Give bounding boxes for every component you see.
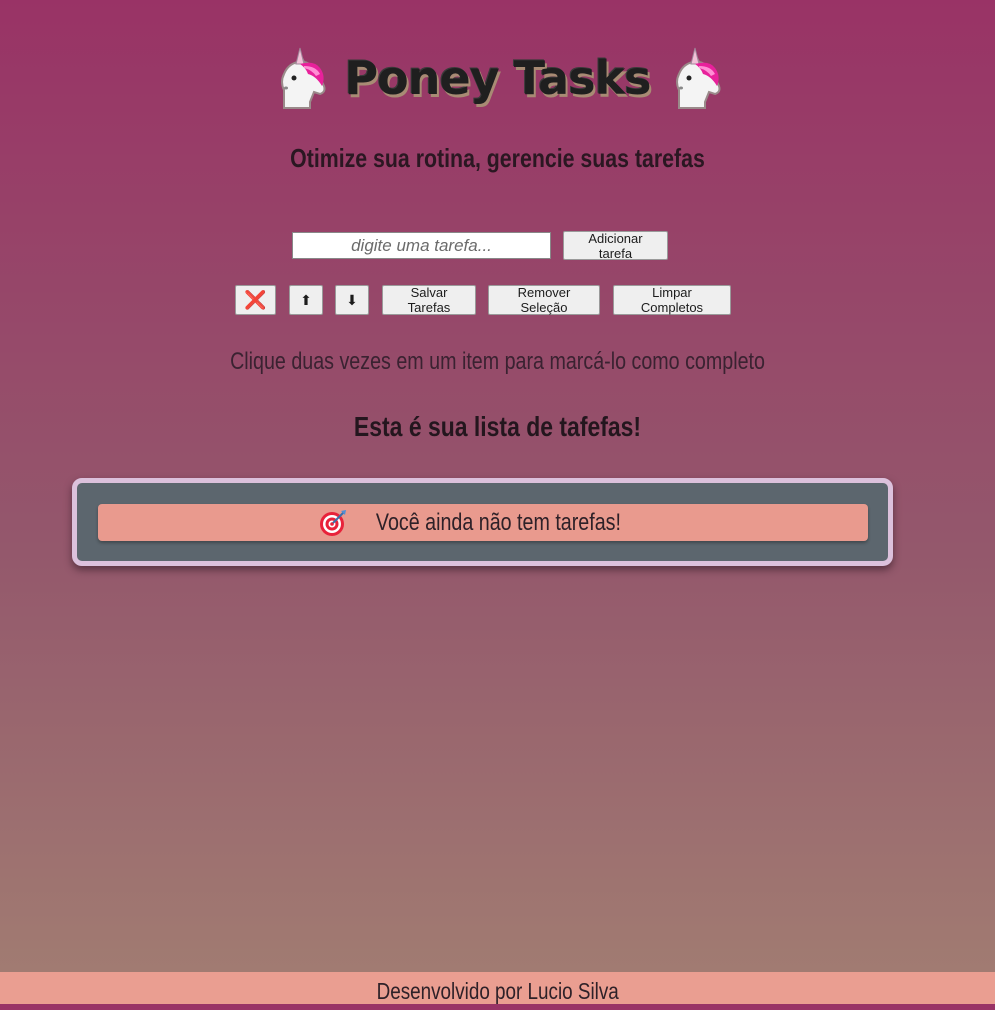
unicorn-icon bbox=[281, 47, 326, 109]
delete-task-button[interactable]: ❌ bbox=[235, 285, 276, 315]
footer: Desenvolvido por Lucio Silva bbox=[0, 972, 995, 1004]
cross-mark-icon: ❌ bbox=[244, 289, 267, 310]
app-header: Poney Tasks bbox=[0, 40, 995, 116]
arrow-down-icon: ⬇ bbox=[346, 291, 358, 308]
direct-hit-target-icon bbox=[319, 509, 346, 536]
move-up-button[interactable]: ⬆ bbox=[289, 285, 323, 315]
app-title: Poney Tasks bbox=[344, 51, 651, 105]
toolbar: ❌ ⬆ ⬇ Salvar Tarefas Remover Seleção Lim… bbox=[0, 285, 995, 315]
arrow-up-icon: ⬆ bbox=[300, 291, 312, 308]
app-subtitle: Otimize sua rotina, gerencie suas tarefa… bbox=[290, 143, 705, 173]
save-tasks-button[interactable]: Salvar Tarefas bbox=[382, 285, 476, 315]
task-input[interactable] bbox=[292, 232, 551, 259]
empty-list-item: Você ainda não tem tarefas! bbox=[98, 504, 868, 541]
empty-list-message: Você ainda não tem tarefas! bbox=[375, 508, 621, 536]
task-list: Você ainda não tem tarefas! bbox=[72, 478, 893, 566]
clear-completed-button[interactable]: Limpar Completos bbox=[613, 285, 731, 315]
instruction-hint: Clique duas vezes em um item para marcá-… bbox=[230, 348, 765, 375]
move-down-button[interactable]: ⬇ bbox=[335, 285, 369, 315]
list-heading: Esta é sua lista de tafefas! bbox=[353, 411, 642, 442]
title-row: Poney Tasks bbox=[0, 40, 995, 116]
remove-selection-button[interactable]: Remover Seleção bbox=[488, 285, 600, 315]
unicorn-icon bbox=[675, 47, 721, 109]
footer-credit: Desenvolvido por Lucio Silva bbox=[376, 978, 619, 1004]
add-task-row: Adicionar tarefa bbox=[292, 231, 668, 261]
add-task-button[interactable]: Adicionar tarefa bbox=[563, 231, 668, 261]
